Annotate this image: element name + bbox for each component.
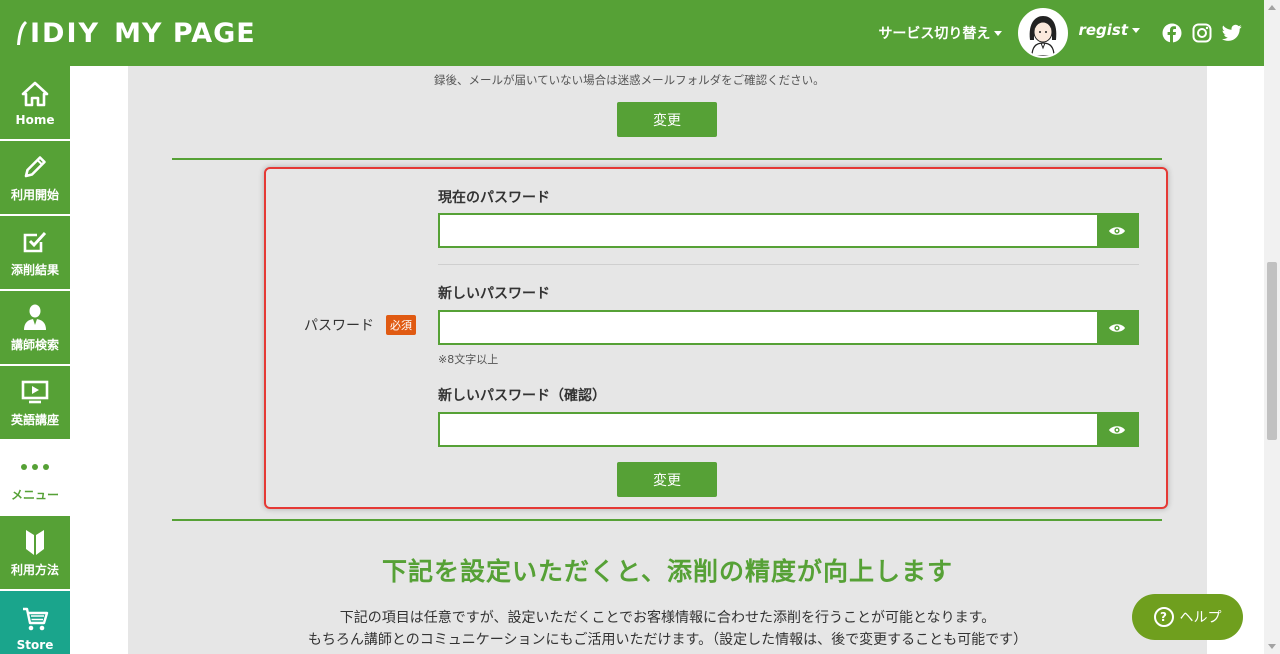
current-password-label: 現在のパスワード bbox=[438, 190, 550, 206]
sidebar-item-howto[interactable]: 利用方法 bbox=[0, 516, 70, 589]
email-note: 録後、メールが届いていない場合は迷惑メールフォルダをご確認ください。 bbox=[434, 73, 825, 87]
scrollbar[interactable] bbox=[1264, 0, 1280, 654]
top-header: IDIY MY PAGE サービス切り替え regist bbox=[0, 0, 1264, 66]
beginner-mark-icon bbox=[24, 527, 46, 557]
facebook-icon[interactable] bbox=[1162, 23, 1182, 43]
sidebar-item-label: 英語講座 bbox=[10, 413, 59, 427]
sidebar-item-label: 講師検索 bbox=[10, 338, 59, 352]
settings-panel: 録後、メールが届いていない場合は迷惑メールフォルダをご確認ください。 変更 パス… bbox=[128, 66, 1207, 654]
section-description-line2: もちろん講師とのコミュニケーションにもご活用いただけます。（設定した情報は、後で… bbox=[307, 632, 1028, 648]
new-password-field bbox=[438, 310, 1139, 345]
teacher-icon bbox=[22, 302, 48, 332]
confirm-password-input[interactable] bbox=[440, 414, 1097, 445]
video-icon bbox=[21, 377, 49, 407]
password-length-hint: ※8文字以上 bbox=[438, 353, 499, 366]
sidebar-item-label: Home bbox=[15, 112, 55, 127]
section-divider bbox=[172, 519, 1162, 521]
chevron-down-icon bbox=[994, 30, 1003, 36]
help-button[interactable]: ? ヘルプ bbox=[1132, 594, 1243, 640]
field-divider bbox=[438, 264, 1139, 265]
logo-mark-icon bbox=[14, 19, 28, 47]
sidebar-item-courses[interactable]: 英語講座 bbox=[0, 366, 70, 439]
logo-page-name: MY PAGE bbox=[114, 17, 256, 49]
eye-icon[interactable] bbox=[1097, 414, 1137, 445]
sidebar-item-label: 添削結果 bbox=[10, 263, 59, 277]
current-password-field bbox=[438, 213, 1139, 248]
logo-brand: IDIY bbox=[30, 17, 101, 49]
scroll-up-arrow-icon[interactable] bbox=[1268, 5, 1276, 10]
question-icon: ? bbox=[1153, 607, 1174, 627]
current-password-input[interactable] bbox=[440, 215, 1097, 246]
confirm-password-field bbox=[438, 412, 1139, 447]
sidebar: Home 利用開始 添削結果 講師検索 英語講座 メニュー 利用方法 Store bbox=[0, 66, 70, 654]
sidebar-item-label: メニュー bbox=[10, 488, 59, 502]
email-change-button[interactable]: 変更 bbox=[617, 102, 717, 137]
chevron-down-icon bbox=[1132, 27, 1140, 33]
section-divider bbox=[172, 158, 1162, 160]
password-label: パスワード bbox=[304, 318, 374, 334]
sidebar-item-teachers[interactable]: 講師検索 bbox=[0, 291, 70, 364]
service-switch-label: サービス切り替え bbox=[878, 26, 991, 42]
pencil-icon bbox=[22, 152, 48, 182]
twitter-icon[interactable] bbox=[1222, 23, 1242, 43]
sidebar-item-label: 利用開始 bbox=[10, 188, 59, 202]
help-label: ヘルプ bbox=[1179, 610, 1222, 626]
sidebar-item-label: Store bbox=[16, 637, 54, 652]
sidebar-item-results[interactable]: 添削結果 bbox=[0, 216, 70, 289]
home-icon bbox=[21, 79, 49, 109]
eye-icon[interactable] bbox=[1097, 312, 1137, 343]
service-switch-dropdown[interactable]: サービス切り替え bbox=[878, 23, 1003, 43]
section-headline: 下記を設定いただくと、添削の精度が向上します bbox=[381, 557, 953, 586]
new-password-label: 新しいパスワード bbox=[438, 286, 550, 302]
user-menu-dropdown[interactable]: regist bbox=[1078, 21, 1140, 39]
username: regist bbox=[1078, 21, 1128, 39]
sidebar-item-label: 利用方法 bbox=[10, 563, 59, 577]
password-change-button[interactable]: 変更 bbox=[617, 462, 717, 497]
avatar[interactable] bbox=[1018, 8, 1069, 58]
sidebar-item-store[interactable]: Store bbox=[0, 591, 70, 654]
scroll-down-arrow-icon[interactable] bbox=[1268, 644, 1276, 649]
logo[interactable]: IDIY MY PAGE bbox=[14, 18, 256, 49]
instagram-icon[interactable] bbox=[1192, 23, 1212, 43]
eye-icon[interactable] bbox=[1097, 215, 1137, 246]
scrollbar-thumb[interactable] bbox=[1267, 262, 1277, 440]
confirm-password-label: 新しいパスワード（確認） bbox=[438, 388, 606, 404]
password-row-label: パスワード 必須 bbox=[304, 315, 416, 335]
sidebar-item-start[interactable]: 利用開始 bbox=[0, 141, 70, 214]
checkbox-icon bbox=[22, 227, 48, 257]
new-password-input[interactable] bbox=[440, 312, 1097, 343]
cart-icon bbox=[21, 604, 49, 634]
sidebar-item-menu[interactable]: メニュー bbox=[0, 441, 70, 514]
section-description-line1: 下記の項目は任意ですが、設定いただくことでお客様情報に合わせた添削を行うことが可… bbox=[339, 610, 996, 626]
sidebar-item-home[interactable]: Home bbox=[0, 66, 70, 139]
required-badge: 必須 bbox=[386, 315, 416, 335]
more-dots-icon bbox=[19, 452, 51, 482]
